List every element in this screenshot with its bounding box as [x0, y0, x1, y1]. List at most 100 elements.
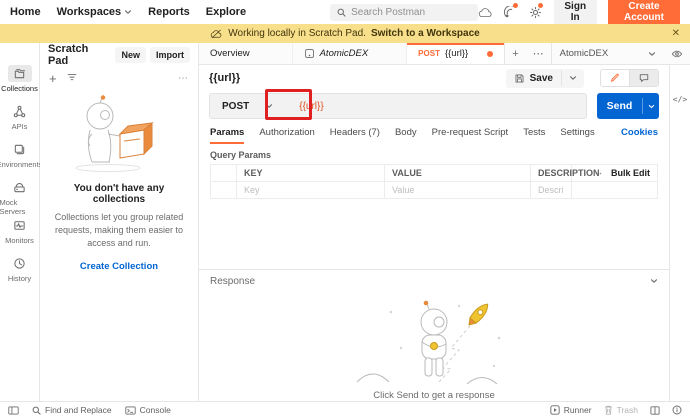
tab-pre-request-script[interactable]: Pre-request Script [432, 121, 509, 144]
global-search[interactable] [330, 4, 478, 21]
sidebar-item-label: Mock Servers [0, 198, 40, 216]
main-area: Collections APIs Environments Mock Serve… [0, 43, 690, 401]
create-collection-link[interactable]: Create Collection [80, 261, 158, 272]
toggle-sidebar-icon[interactable] [8, 406, 19, 415]
send-options-chevron-icon[interactable] [642, 98, 659, 114]
collections-empty-state: You don't have any collections Collectio… [40, 90, 198, 274]
query-params-label: Query Params [199, 144, 669, 164]
banner-close-icon[interactable]: ✕ [672, 24, 680, 43]
search-input[interactable] [351, 7, 471, 18]
request-config-tabs: Params Authorization Headers (7) Body Pr… [199, 121, 669, 144]
add-collection-button[interactable]: + [49, 72, 57, 85]
param-value-input[interactable] [392, 185, 523, 195]
table-row [211, 182, 658, 199]
tab-overview[interactable]: Overview [199, 43, 293, 64]
environment-quick-look-eye-icon[interactable] [664, 43, 690, 64]
method-selector[interactable]: POST [210, 94, 285, 118]
empty-collections-illustration [52, 94, 170, 174]
history-icon [8, 255, 32, 272]
collection-tab-icon [304, 48, 315, 59]
nav-home[interactable]: Home [10, 6, 41, 18]
right-toolbar: </> [669, 65, 690, 401]
sidebar-item-history[interactable]: History [0, 255, 40, 293]
bulk-edit-button[interactable]: Bulk Edit [611, 168, 650, 178]
new-tab-button[interactable]: + [505, 43, 525, 64]
url-builder-row: POST {{url}} Send [199, 91, 669, 121]
panel-more-icon[interactable]: ⋯ [178, 73, 189, 84]
sidebar-item-monitors[interactable]: Monitors [0, 217, 40, 255]
column-options-icon[interactable]: ⋯ [593, 168, 603, 179]
cloud-icon[interactable] [478, 4, 493, 20]
environment-selector[interactable]: AtomicDEX [551, 43, 664, 64]
filter-icon[interactable] [66, 72, 78, 84]
apis-icon [8, 103, 32, 120]
trash-icon [604, 405, 613, 415]
nav-explore[interactable]: Explore [206, 6, 246, 18]
runner-button[interactable]: Runner [550, 405, 592, 415]
find-and-replace-button[interactable]: Find and Replace [32, 405, 112, 415]
scratchpad-title: Scratch Pad [48, 43, 111, 67]
console-button[interactable]: Console [125, 405, 171, 415]
nav-workspaces[interactable]: Workspaces [57, 6, 133, 18]
table-header-row: KEY VALUE DESCRIPTION ⋯ Bulk Edit [211, 165, 658, 182]
sidebar-item-mock-servers[interactable]: Mock Servers [0, 179, 40, 217]
tab-settings[interactable]: Settings [560, 121, 594, 144]
network-status-icon[interactable] [504, 4, 518, 20]
request-header: {{url}} Save [199, 65, 669, 91]
response-title: Response [210, 276, 255, 287]
cookies-link[interactable]: Cookies [621, 127, 658, 138]
sidebar-item-label: APIs [12, 122, 28, 131]
settings-gear-icon[interactable] [529, 4, 543, 20]
param-description-input[interactable] [538, 185, 564, 195]
save-options-chevron-icon[interactable] [561, 70, 584, 86]
chevron-down-icon [124, 8, 132, 16]
import-button[interactable]: Import [150, 47, 190, 63]
sidebar-item-collections[interactable]: Collections [0, 65, 40, 103]
help-icon[interactable] [672, 405, 682, 415]
sidebar-item-label: Monitors [5, 236, 34, 245]
response-collapse-chevron-icon[interactable] [650, 277, 658, 285]
param-key-input[interactable] [244, 185, 377, 195]
send-button[interactable]: Send [597, 93, 659, 119]
create-account-button[interactable]: Create Account [608, 0, 680, 27]
tab-request-active[interactable]: POST {{url}} [407, 43, 505, 64]
tab-tests[interactable]: Tests [523, 121, 545, 144]
panel-header: Scratch Pad New Import [40, 43, 198, 66]
sidebar-item-environments[interactable]: Environments [0, 141, 40, 179]
tab-options-icon[interactable]: ⋯ [526, 43, 551, 64]
url-input[interactable]: {{url}} [285, 101, 323, 112]
description-header: DESCRIPTION [531, 165, 572, 182]
search-icon [32, 406, 41, 415]
tab-params[interactable]: Params [210, 121, 244, 144]
collections-panel: Scratch Pad New Import + ⋯ [40, 43, 199, 401]
panel-toolbar: + ⋯ [40, 66, 198, 90]
sign-in-button[interactable]: Sign In [554, 0, 597, 27]
tab-headers[interactable]: Headers (7) [330, 121, 380, 144]
row-select-cell[interactable] [211, 182, 237, 199]
response-header[interactable]: Response [199, 270, 669, 292]
request-tab-strip: Overview AtomicDEX POST {{url}} + ⋯ Atom… [199, 43, 690, 65]
tab-collection-atomicdex[interactable]: AtomicDEX [293, 43, 408, 64]
url-bar: POST {{url}} [209, 93, 587, 119]
comment-icon[interactable] [630, 70, 658, 86]
request-editor: {{url}} Save [199, 65, 669, 401]
row-select-header [211, 165, 237, 182]
split-pane-icon[interactable] [650, 406, 660, 415]
save-button[interactable]: Save [506, 69, 584, 88]
environments-icon [8, 141, 32, 158]
new-button[interactable]: New [115, 47, 146, 63]
tab-body[interactable]: Body [395, 121, 417, 144]
switch-workspace-link[interactable]: Switch to a Workspace [371, 28, 480, 39]
value-header: VALUE [385, 165, 531, 182]
sidebar-item-label: History [8, 274, 31, 283]
work-row: {{url}} Save [199, 65, 690, 401]
nav-reports[interactable]: Reports [148, 6, 190, 18]
tab-authorization[interactable]: Authorization [259, 121, 314, 144]
edit-pencil-icon[interactable] [601, 70, 630, 86]
tab-method-label: POST [418, 49, 440, 58]
sidebar-item-apis[interactable]: APIs [0, 103, 40, 141]
code-snippet-icon[interactable]: </> [673, 95, 687, 104]
top-nav-links: Home Workspaces Reports Explore [10, 6, 246, 18]
key-header: KEY [237, 165, 385, 182]
trash-button[interactable]: Trash [604, 405, 638, 415]
